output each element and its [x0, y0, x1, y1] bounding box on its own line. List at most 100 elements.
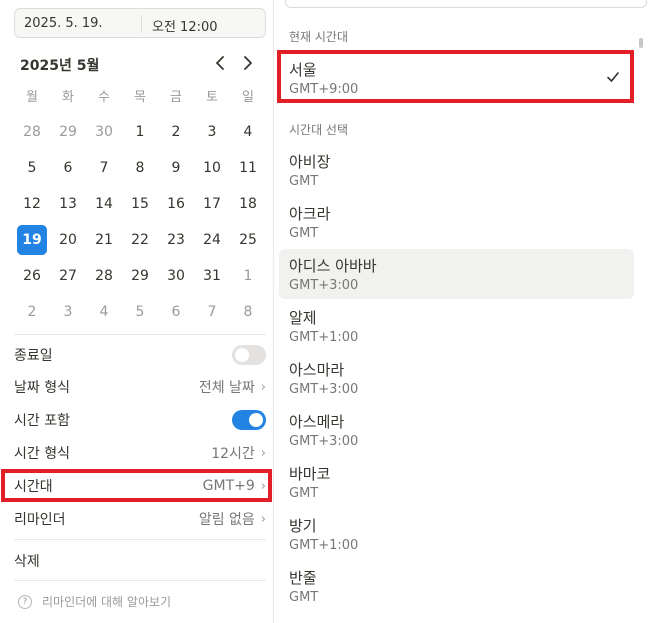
calendar-day[interactable]: 16: [158, 186, 194, 222]
calendar-day[interactable]: 4: [230, 114, 266, 150]
calendar-day[interactable]: 30: [158, 258, 194, 294]
reminder-value-group: 알림 없음 ›: [199, 509, 266, 529]
date-settings-panel: 2025. 5. 19. 오전 12:00 2025년 5월 월 화 수 목 금…: [0, 0, 274, 623]
calendar-day[interactable]: 24: [194, 222, 230, 258]
calendar-day[interactable]: 4: [86, 294, 122, 330]
timezone-name: 서울: [289, 61, 317, 79]
calendar-day[interactable]: 26: [14, 258, 50, 294]
calendar-day[interactable]: 5: [122, 294, 158, 330]
timezone-offset: GMT+1:00: [289, 330, 359, 345]
calendar-day[interactable]: 18: [230, 186, 266, 222]
chevron-right-icon: ›: [260, 511, 266, 527]
end-date-toggle[interactable]: [232, 345, 266, 365]
calendar-day[interactable]: 1: [230, 258, 266, 294]
date-format-row[interactable]: 날짜 형식 전체 날짜 ›: [14, 372, 266, 402]
timezone-item[interactable]: 방기 GMT+1:00: [279, 509, 634, 559]
reminder-value: 알림 없음: [198, 512, 255, 528]
calendar-day[interactable]: 5: [14, 150, 50, 186]
timezone-item-hovered[interactable]: 아디스 아바바 GMT+3:00: [279, 249, 634, 299]
calendar-day[interactable]: 31: [194, 258, 230, 294]
previous-month-button[interactable]: [209, 52, 231, 74]
timezone-offset: GMT+3:00: [289, 278, 359, 293]
calendar-day[interactable]: 20: [50, 222, 86, 258]
calendar-day[interactable]: 6: [158, 294, 194, 330]
timezone-offset: GMT: [289, 226, 319, 241]
calendar-day[interactable]: 1: [122, 114, 158, 150]
calendar-day[interactable]: 25: [230, 222, 266, 258]
calendar-day[interactable]: 29: [122, 258, 158, 294]
calendar-day[interactable]: 6: [50, 150, 86, 186]
calendar-day[interactable]: 7: [86, 150, 122, 186]
calendar-day[interactable]: 14: [86, 186, 122, 222]
weekday-label: 일: [242, 90, 254, 105]
calendar-day[interactable]: 2: [158, 114, 194, 150]
timezone-name: 알제: [289, 309, 317, 327]
scrollbar-thumb[interactable]: [639, 38, 643, 48]
calendar-day[interactable]: 7: [194, 294, 230, 330]
calendar-week: 2 3 4 5 6 7 8: [14, 294, 266, 330]
timezone-name: 아스마라: [289, 361, 345, 379]
timezone-value-group: GMT+9 ›: [203, 478, 266, 494]
calendar-day[interactable]: 23: [158, 222, 194, 258]
calendar-day[interactable]: 8: [230, 294, 266, 330]
end-date-row[interactable]: 종료일: [14, 340, 266, 370]
calendar-day[interactable]: 13: [50, 186, 86, 222]
timezone-offset: GMT+1:00: [289, 538, 359, 553]
calendar-day[interactable]: 11: [230, 150, 266, 186]
calendar-day[interactable]: 3: [50, 294, 86, 330]
timezone-item[interactable]: 아스마라 GMT+3:00: [279, 353, 634, 403]
timezone-search-input[interactable]: [285, 0, 647, 8]
calendar-day[interactable]: 10: [194, 150, 230, 186]
current-timezone-item[interactable]: 서울 GMT+9:00: [279, 53, 634, 103]
divider: [14, 539, 266, 540]
calendar-day[interactable]: 27: [50, 258, 86, 294]
calendar-day[interactable]: 2: [14, 294, 50, 330]
timezone-row[interactable]: 시간대 GMT+9 ›: [14, 471, 266, 501]
timezone-name: 아스메라: [289, 413, 345, 431]
timezone-item[interactable]: 반줄 GMT: [279, 561, 634, 611]
question-circle-icon: ?: [18, 594, 32, 609]
include-time-toggle[interactable]: [232, 410, 266, 430]
current-timezone-heading: 현재 시간대: [289, 30, 349, 44]
calendar-day[interactable]: 21: [86, 222, 122, 258]
reminder-help-link[interactable]: ? 리마인더에 대해 알아보기: [18, 593, 171, 610]
weekday-label: 화: [62, 90, 74, 105]
calendar-day[interactable]: 17: [194, 186, 230, 222]
calendar-day[interactable]: 28: [14, 114, 50, 150]
time-value[interactable]: 오전 12:00: [152, 16, 218, 35]
time-format-value: 12시간: [211, 446, 255, 462]
calendar-day[interactable]: 3: [194, 114, 230, 150]
date-format-label: 날짜 형식: [14, 380, 70, 396]
end-date-label: 종료일: [14, 348, 53, 364]
calendar-day[interactable]: 9: [158, 150, 194, 186]
date-value[interactable]: 2025. 5. 19.: [24, 16, 103, 31]
timezone-item[interactable]: 아크라 GMT: [279, 197, 634, 247]
include-time-row[interactable]: 시간 포함: [14, 405, 266, 435]
calendar-day[interactable]: 8: [122, 150, 158, 186]
calendar-day-selected[interactable]: 19: [14, 222, 50, 258]
timezone-name: 아크라: [289, 205, 331, 223]
time-format-row[interactable]: 시간 형식 12시간 ›: [14, 438, 266, 468]
delete-row[interactable]: 삭제: [14, 546, 266, 576]
timezone-item[interactable]: 아비장 GMT: [279, 145, 634, 195]
calendar-day[interactable]: 29: [50, 114, 86, 150]
calendar-day[interactable]: 12: [14, 186, 50, 222]
datetime-input[interactable]: 2025. 5. 19. 오전 12:00: [14, 8, 266, 38]
reminder-row[interactable]: 리마인더 알림 없음 ›: [14, 504, 266, 534]
next-month-button[interactable]: [237, 52, 259, 74]
calendar-day[interactable]: 28: [86, 258, 122, 294]
calendar-day[interactable]: 22: [122, 222, 158, 258]
chevron-right-icon: ›: [260, 445, 266, 461]
chevron-right-icon: ›: [260, 478, 266, 494]
timezone-name: 반줄: [289, 569, 317, 587]
timezone-offset: GMT+3:00: [289, 434, 359, 449]
timezone-item[interactable]: 아스메라 GMT+3:00: [279, 405, 634, 455]
time-format-value-group: 12시간 ›: [211, 443, 266, 463]
calendar-day[interactable]: 15: [122, 186, 158, 222]
timezone-item[interactable]: 바마코 GMT: [279, 457, 634, 507]
timezone-item[interactable]: 알제 GMT+1:00: [279, 301, 634, 351]
timezone-name: 바마코: [289, 465, 331, 483]
calendar-day[interactable]: 30: [86, 114, 122, 150]
selected-day-number: 19: [17, 225, 47, 255]
timezone-name: 아비장: [289, 153, 331, 171]
